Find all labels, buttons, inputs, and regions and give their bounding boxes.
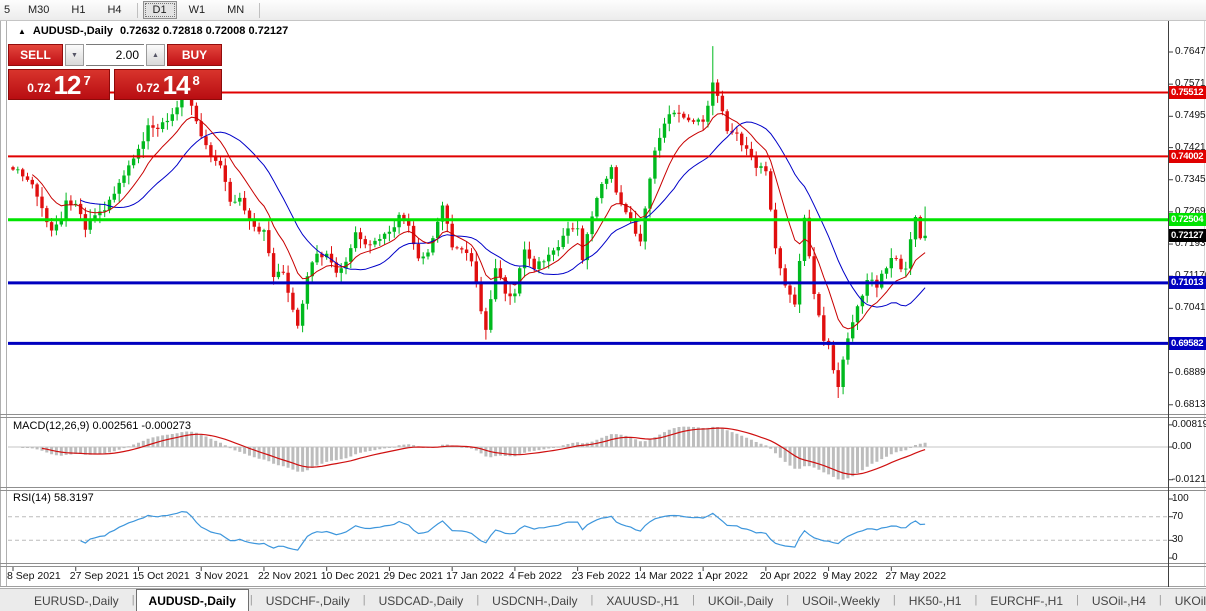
chart-title: ▲ AUDUSD-,Daily 0.72632 0.72818 0.72008 … (18, 25, 288, 37)
symbol-tab-bar: EURUSD-,Daily|AUDUSD-,Daily|USDCHF-,Dail… (0, 588, 1206, 611)
collapse-arrow-icon[interactable]: ▲ (18, 27, 26, 36)
tab-audusd-daily[interactable]: AUDUSD-,Daily (136, 589, 249, 611)
timeframe-button-d1[interactable]: D1 (143, 1, 177, 19)
tab-usdchf-daily[interactable]: USDCHF-,Daily (254, 589, 362, 611)
timeframe-button-mn[interactable]: MN (217, 1, 254, 19)
triangle-up-icon: ▲ (152, 52, 159, 59)
sell-quote-button[interactable]: 0.72 12 7 (8, 69, 110, 100)
tab-ukoil-h4[interactable]: UKOil-,H4 (1163, 589, 1206, 611)
triangle-down-icon: ▼ (71, 52, 78, 59)
timeframe-button-h1[interactable]: H1 (61, 1, 95, 19)
tab-usdcad-daily[interactable]: USDCAD-,Daily (367, 589, 476, 611)
volume-input[interactable] (86, 44, 144, 66)
buy-price-small: 0.72 (136, 81, 159, 95)
timeframe-toolbar: 5M30H1H4 D1W1MN (0, 0, 1206, 21)
buy-button[interactable]: BUY (167, 44, 222, 66)
tab-eurusd-daily[interactable]: EURUSD-,Daily (22, 589, 131, 611)
tab-eurchf-h1[interactable]: EURCHF-,H1 (978, 589, 1075, 611)
toolbar-separator (259, 3, 260, 18)
tab-xauusd-h1[interactable]: XAUUSD-,H1 (594, 589, 691, 611)
timeframe-button-w1[interactable]: W1 (179, 1, 216, 19)
buy-quote-button[interactable]: 0.72 14 8 (114, 69, 222, 100)
toolbar-separator (137, 3, 138, 18)
tab-usoil-h4[interactable]: USOil-,H4 (1080, 589, 1158, 611)
rsi-label: RSI(14) 58.3197 (13, 492, 94, 504)
sell-price-big: 12 (54, 71, 81, 99)
volume-up-button[interactable]: ▲ (146, 44, 165, 66)
sell-price-sup: 7 (84, 73, 91, 88)
buy-price-big: 14 (163, 71, 190, 99)
chart-symbol: AUDUSD-,Daily (33, 25, 113, 37)
sell-price-small: 0.72 (27, 81, 50, 95)
macd-label: MACD(12,26,9) 0.002561 -0.000273 (13, 420, 191, 432)
timeframe-button-h4[interactable]: H4 (97, 1, 131, 19)
tab-ukoil-daily[interactable]: UKOil-,Daily (696, 589, 785, 611)
trade-panel-controls: SELL ▼ ▲ BUY (8, 44, 222, 66)
one-click-trading-panel: SELL ▼ ▲ BUY 0.72 12 7 0.72 14 8 (8, 44, 222, 100)
tab-usoil-weekly[interactable]: USOil-,Weekly (790, 589, 892, 611)
tab-usdcnh-daily[interactable]: USDCNH-,Daily (480, 589, 589, 611)
tab-hk50-h1[interactable]: HK50-,H1 (897, 589, 974, 611)
timeframe-button-m30[interactable]: M30 (18, 1, 59, 19)
trade-panel-quotes: 0.72 12 7 0.72 14 8 (8, 69, 222, 100)
chart-ohlc: 0.72632 0.72818 0.72008 0.72127 (120, 25, 288, 37)
sell-button[interactable]: SELL (8, 44, 63, 66)
volume-down-button[interactable]: ▼ (65, 44, 84, 66)
buy-price-sup: 8 (193, 73, 200, 88)
timeframe-button-5[interactable]: 5 (1, 1, 16, 19)
